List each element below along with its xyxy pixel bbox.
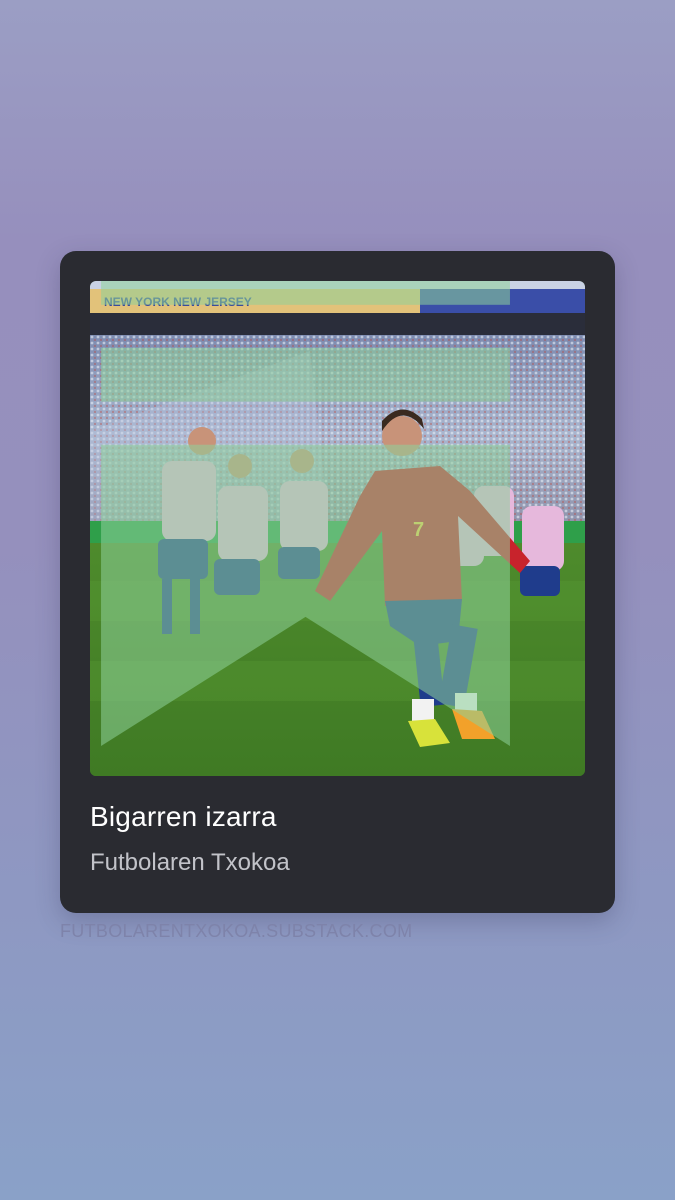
- bookmark-icon[interactable]: [90, 281, 553, 746]
- post-title[interactable]: Bigarren izarra: [90, 801, 277, 833]
- publication-name: Futbolaren Txokoa: [90, 849, 290, 876]
- publication-domain: FUTBOLARENTXOKOA.SUBSTACK.COM: [60, 921, 413, 941]
- post-cover-image: NEW YORK NEW JERSEY: [90, 281, 585, 776]
- post-card[interactable]: NEW YORK NEW JERSEY: [60, 251, 615, 913]
